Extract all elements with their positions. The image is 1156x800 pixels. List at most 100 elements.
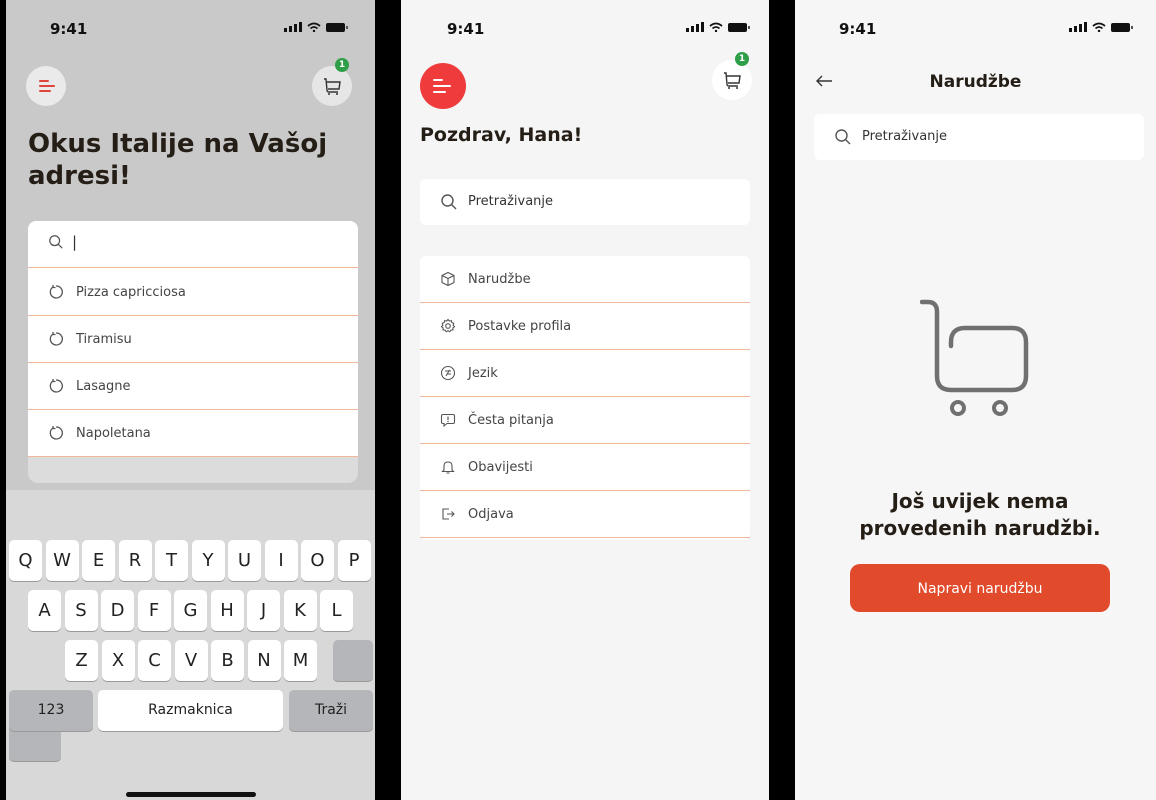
key-g[interactable]: G (174, 590, 207, 631)
key-s[interactable]: S (64, 590, 98, 631)
key-l[interactable]: L (320, 590, 353, 631)
suggestion-label: Tiramisu (76, 332, 132, 347)
menu-item-logout[interactable]: Odjava (420, 491, 750, 538)
key-r[interactable]: R (118, 540, 152, 581)
key-k[interactable]: K (283, 590, 317, 631)
search-field[interactable]: Pretraživanje (814, 114, 1144, 160)
menu-item-label: Obavijesti (468, 460, 533, 475)
signal-icon (686, 22, 704, 32)
battery-icon (728, 23, 750, 32)
history-icon (49, 426, 63, 440)
status-icons (686, 22, 750, 32)
cart-button[interactable]: 1 (712, 52, 752, 100)
suggestion-item[interactable]: Tiramisu (28, 316, 358, 363)
greeting: Pozdrav, Hana! (420, 124, 583, 146)
key-m[interactable]: M (284, 640, 317, 681)
suggestion-label: Lasagne (76, 379, 131, 394)
menu-item-label: Jezik (468, 366, 498, 381)
menu-item-label: Česta pitanja (468, 413, 554, 428)
key-f[interactable]: F (137, 590, 171, 631)
menu-item-label: Odjava (468, 507, 514, 522)
status-time: 9:41 (839, 20, 877, 38)
menu-button[interactable] (26, 66, 66, 106)
menu-item-profile-settings[interactable]: Postavke profila (420, 303, 750, 350)
home-indicator (126, 792, 256, 797)
key-o[interactable]: O (301, 540, 334, 581)
key-i[interactable]: I (264, 540, 298, 581)
keyboard: QWERTYUIOP ASDFGHJKL ZXCVBNM 123 Razmakn… (6, 490, 375, 800)
suggestion-item[interactable]: Lasagne (28, 363, 358, 410)
menu-icon (433, 79, 443, 81)
bell-icon (441, 461, 455, 474)
search-placeholder: Pretraživanje (862, 129, 948, 144)
key-u[interactable]: U (228, 540, 261, 581)
search-panel: | Pizza capricciosa Tiramisu Lasagne Nap… (28, 221, 358, 483)
key-c[interactable]: C (138, 640, 171, 681)
search-input-value: | (72, 233, 78, 251)
menu-item-notifications[interactable]: Obavijesti (420, 444, 750, 491)
search-icon (441, 194, 457, 210)
empty-cart-icon (920, 299, 1029, 416)
menu-item-faq[interactable]: Česta pitanja (420, 397, 750, 444)
wifi-icon (1092, 22, 1106, 32)
faq-icon (440, 413, 456, 428)
create-order-button[interactable]: Napravi narudžbu (850, 564, 1110, 612)
key-y[interactable]: Y (191, 540, 225, 581)
backspace-key[interactable] (333, 640, 373, 681)
status-time: 9:41 (447, 20, 485, 38)
status-bar: 9:41 (401, 0, 769, 40)
status-time: 9:41 (50, 20, 88, 38)
battery-icon (326, 23, 348, 32)
key-h[interactable]: H (210, 590, 244, 631)
cart-button[interactable]: 1 (312, 58, 352, 106)
menu-item-label: Narudžbe (468, 272, 531, 287)
search-placeholder: Pretraživanje (468, 194, 554, 209)
suggestion-label: Pizza capricciosa (76, 285, 186, 300)
key-x[interactable]: X (101, 640, 135, 681)
cart-icon (724, 72, 741, 89)
battery-icon (1111, 23, 1133, 32)
search-input[interactable]: | (28, 221, 358, 268)
signal-icon (284, 22, 302, 32)
gear-icon (440, 318, 456, 333)
wifi-icon (307, 22, 321, 32)
suggestion-label: Napoletana (76, 426, 151, 441)
search-key[interactable]: Traži (289, 690, 373, 731)
key-z[interactable]: Z (65, 640, 98, 681)
menu-icon (39, 80, 49, 82)
search-field[interactable]: Pretraživanje (420, 179, 750, 225)
box-icon (441, 271, 455, 287)
history-icon (49, 379, 63, 393)
key-v[interactable]: V (174, 640, 208, 681)
key-n[interactable]: N (247, 640, 281, 681)
key-d[interactable]: D (101, 590, 134, 631)
suggestion-item[interactable]: Napoletana (28, 410, 358, 457)
history-icon (49, 332, 63, 346)
menu-item-language[interactable]: Jezik (420, 350, 750, 397)
cart-icon (324, 78, 341, 95)
search-icon (49, 235, 63, 249)
status-bar: 9:41 (795, 0, 1156, 40)
menu-item-label: Postavke profila (468, 319, 572, 334)
page-title: Narudžbe (929, 72, 1022, 92)
key-w[interactable]: W (45, 540, 79, 581)
key-j[interactable]: J (247, 590, 280, 631)
cart-badge: 1 (735, 52, 749, 66)
key-t[interactable]: T (155, 540, 188, 581)
phone-screen-profile-menu: 9:41 1 Pozdrav, Hana! Pretraživanje Naru… (401, 0, 769, 800)
space-key[interactable]: Razmaknica (98, 690, 283, 731)
profile-menu: Narudžbe Postavke profila Jezik Česta pi… (420, 256, 750, 540)
key-b[interactable]: B (211, 640, 244, 681)
key-a[interactable]: A (28, 590, 61, 631)
key-e[interactable]: E (82, 540, 115, 581)
suggestion-item[interactable]: Pizza capricciosa (28, 269, 358, 316)
status-bar: 9:41 (6, 0, 375, 40)
phone-screen-orders: 9:41 Narudžbe Pretraživanje Još uvijek n… (795, 0, 1156, 800)
menu-item-orders[interactable]: Narudžbe (420, 256, 750, 303)
phone-screen-search: 9:41 1 Okus Italije na Vašoj adresi! | P… (6, 0, 375, 800)
key-q[interactable]: Q (9, 540, 42, 581)
numbers-key[interactable]: 123 (9, 690, 93, 731)
key-p[interactable]: P (337, 540, 371, 581)
status-icons (284, 22, 348, 32)
menu-button[interactable] (420, 63, 466, 109)
